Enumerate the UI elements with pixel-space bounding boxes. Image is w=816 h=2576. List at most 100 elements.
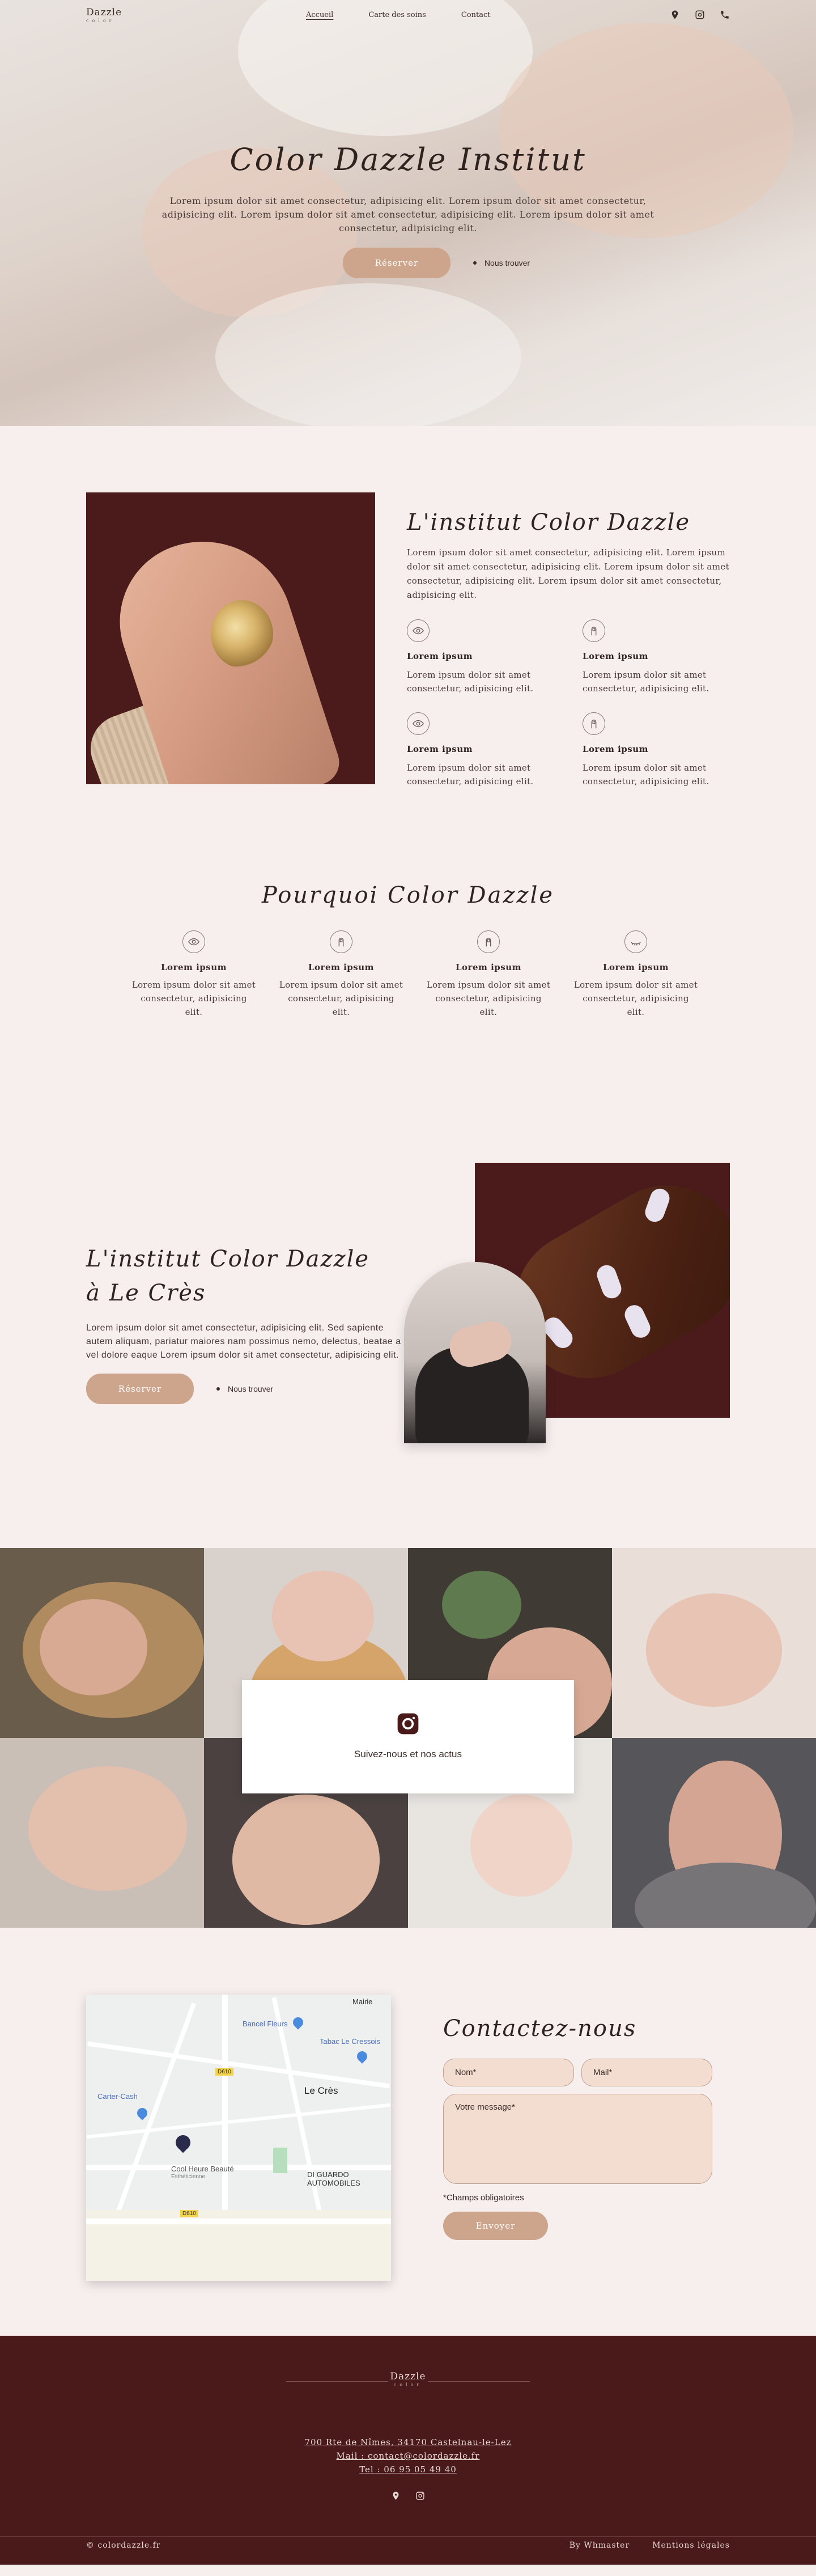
phone-icon[interactable] bbox=[720, 10, 730, 20]
gallery-tile[interactable] bbox=[0, 1548, 204, 1738]
eye-icon bbox=[182, 930, 205, 953]
feature-item: Lorem ipsum Lorem ipsum dolor sit amet c… bbox=[583, 712, 730, 788]
footer-tel[interactable]: Tel : 06 95 05 49 40 bbox=[0, 2463, 816, 2476]
map-label: Le Crès bbox=[304, 2085, 338, 2096]
institute-title: L'institut Color Dazzle à Le Crès bbox=[86, 1242, 403, 1310]
required-note: *Champs obligatoires bbox=[443, 2193, 524, 2203]
institute-find-us-link[interactable]: Nous trouver bbox=[216, 1384, 273, 1393]
feature-title: Lorem ipsum bbox=[407, 744, 473, 754]
send-button[interactable]: Envoyer bbox=[443, 2212, 548, 2240]
feature-text: Lorem ipsum dolor sit amet consectetur, … bbox=[583, 670, 709, 694]
footer-link-mentions-legales[interactable]: Mentions légales bbox=[652, 2541, 730, 2550]
name-field[interactable] bbox=[443, 2059, 574, 2086]
about-intro: Lorem ipsum dolor sit amet consectetur, … bbox=[407, 547, 730, 600]
feature-title: Lorem ipsum bbox=[407, 651, 473, 661]
map-label: DI GUARDO AUTOMOBILES bbox=[307, 2170, 360, 2187]
instagram-icon[interactable] bbox=[415, 2491, 425, 2501]
why-item-title: Lorem ipsum bbox=[602, 962, 669, 972]
why-item-title: Lorem ipsum bbox=[308, 962, 374, 972]
institute-find-us-label: Nous trouver bbox=[228, 1384, 274, 1393]
footer-logo-main: Dazzle bbox=[390, 2371, 426, 2382]
location-icon[interactable] bbox=[391, 2491, 401, 2501]
footer-icons bbox=[0, 2491, 816, 2501]
feature-item: Lorem ipsum Lorem ipsum dolor sit amet c… bbox=[407, 712, 583, 788]
nav-link-carte-des-soins[interactable]: Carte des soins bbox=[368, 11, 426, 19]
footer-logo-sub: color bbox=[393, 2382, 423, 2387]
why-item-text: Lorem ipsum dolor sit amet consectetur, … bbox=[573, 980, 698, 1017]
institute-title-line2: à Le Crès bbox=[86, 1280, 206, 1306]
main-menu: Accueil Carte des soins Contact bbox=[306, 11, 490, 19]
hero-reserve-button[interactable]: Réserver bbox=[342, 248, 450, 278]
institute-reserve-button[interactable]: Réserver bbox=[86, 1374, 194, 1404]
why-title: Pourquoi Color Dazzle bbox=[261, 882, 555, 908]
map-label: Tabac Le Cressois bbox=[320, 2037, 380, 2046]
map-road-label: D610 bbox=[180, 2210, 198, 2217]
email-field[interactable] bbox=[581, 2059, 712, 2086]
about-features: Lorem ipsum Lorem ipsum dolor sit amet c… bbox=[407, 619, 730, 788]
why-item: Lorem ipsum Lorem ipsum dolor sit amet c… bbox=[573, 930, 698, 1019]
why-item-title: Lorem ipsum bbox=[455, 962, 521, 972]
map-label: Cool Heure Beauté bbox=[171, 2165, 234, 2173]
contact-section: Bancel Fleurs Mairie Tabac Le Cressois L… bbox=[0, 1928, 816, 2336]
location-pin-icon bbox=[172, 2132, 194, 2153]
why-list: Lorem ipsum Lorem ipsum dolor sit amet c… bbox=[131, 930, 698, 1019]
footer-mail[interactable]: Mail : contact@colordazzle.fr bbox=[0, 2449, 816, 2463]
footer-copyright: © colordazzle.fr bbox=[86, 2541, 161, 2550]
about-text: L'institut Color Dazzle Lorem ipsum dolo… bbox=[407, 509, 730, 788]
gallery-tile[interactable] bbox=[612, 1548, 816, 1738]
footer-logo[interactable]: Dazzle color bbox=[0, 2371, 816, 2387]
nav-link-contact[interactable]: Contact bbox=[461, 11, 491, 19]
gallery-tile[interactable] bbox=[0, 1738, 204, 1928]
message-field[interactable] bbox=[443, 2094, 712, 2184]
logo-sub-text: color bbox=[86, 18, 115, 23]
site-logo[interactable]: Dazzle color bbox=[86, 7, 122, 23]
map-label: Mairie bbox=[352, 1997, 373, 2006]
why-item: Lorem ipsum Lorem ipsum dolor sit amet c… bbox=[426, 930, 551, 1019]
feature-item: Lorem ipsum Lorem ipsum dolor sit amet c… bbox=[583, 619, 730, 695]
nail-icon bbox=[330, 930, 352, 953]
footer-bottom-divider bbox=[0, 2536, 816, 2537]
hero-title: Color Dazzle Institut bbox=[230, 142, 586, 177]
hero-section: Dazzle color Accueil Carte des soins Con… bbox=[0, 0, 816, 426]
nail-icon bbox=[583, 619, 605, 642]
why-item-text: Lorem ipsum dolor sit amet consectetur, … bbox=[426, 980, 551, 1017]
about-section: L'institut Color Dazzle Lorem ipsum dolo… bbox=[0, 426, 816, 879]
why-item-text: Lorem ipsum dolor sit amet consectetur, … bbox=[279, 980, 403, 1017]
hero-actions: Réserver Nous trouver bbox=[0, 248, 816, 278]
site-footer: Dazzle color 700 Rte de Nîmes, 34170 Cas… bbox=[0, 2336, 816, 2565]
map-label: Bancel Fleurs bbox=[243, 2020, 288, 2028]
instagram-icon[interactable] bbox=[695, 10, 705, 20]
nav-link-accueil[interactable]: Accueil bbox=[306, 11, 333, 19]
footer-contact-info: 700 Rte de Nîmes, 34170 Castelnau-le-Lez… bbox=[0, 2435, 816, 2476]
photo-ring bbox=[211, 600, 273, 668]
instagram-icon bbox=[397, 1713, 419, 1735]
bullet-dot bbox=[473, 261, 477, 265]
gallery-tile[interactable] bbox=[612, 1738, 816, 1928]
why-item-title: Lorem ipsum bbox=[160, 962, 227, 972]
top-nav: Dazzle color Accueil Carte des soins Con… bbox=[0, 0, 816, 34]
feature-text: Lorem ipsum dolor sit amet consectetur, … bbox=[583, 763, 709, 787]
logo-main-text: Dazzle bbox=[86, 7, 122, 18]
footer-address[interactable]: 700 Rte de Nîmes, 34170 Castelnau-le-Lez bbox=[0, 2435, 816, 2449]
feature-item: Lorem ipsum Lorem ipsum dolor sit amet c… bbox=[407, 619, 583, 695]
map-pin-icon bbox=[355, 2049, 369, 2064]
map-pin-icon bbox=[291, 2015, 305, 2030]
about-photo bbox=[86, 492, 375, 784]
map-label: Esthéticienne bbox=[171, 2174, 206, 2180]
instagram-card[interactable]: Suivez-nous et nos actus bbox=[242, 1680, 574, 1793]
institute-title-line1: L'institut Color Dazzle bbox=[86, 1246, 370, 1272]
institute-text: L'institut Color Dazzle à Le Crès Lorem … bbox=[86, 1242, 403, 1404]
feature-text: Lorem ipsum dolor sit amet consectetur, … bbox=[407, 763, 534, 787]
footer-link-whmaster[interactable]: By Whmaster bbox=[570, 2541, 630, 2550]
location-icon[interactable] bbox=[670, 10, 680, 20]
location-map[interactable]: Bancel Fleurs Mairie Tabac Le Cressois L… bbox=[86, 1995, 391, 2281]
institute-actions: Réserver Nous trouver bbox=[86, 1374, 403, 1404]
institute-description: Lorem ipsum dolor sit amet consectetur, … bbox=[86, 1323, 401, 1360]
why-section: Pourquoi Color Dazzle Lorem ipsum Lorem … bbox=[0, 879, 816, 1163]
eye-icon bbox=[407, 619, 430, 642]
contact-form-wrapper: Contactez-nous *Champs obligatoires Envo… bbox=[443, 2016, 712, 2240]
eye-icon bbox=[407, 712, 430, 735]
bullet-dot bbox=[216, 1387, 220, 1391]
hero-find-us-link[interactable]: Nous trouver bbox=[473, 258, 530, 267]
feature-text: Lorem ipsum dolor sit amet consectetur, … bbox=[407, 670, 534, 694]
